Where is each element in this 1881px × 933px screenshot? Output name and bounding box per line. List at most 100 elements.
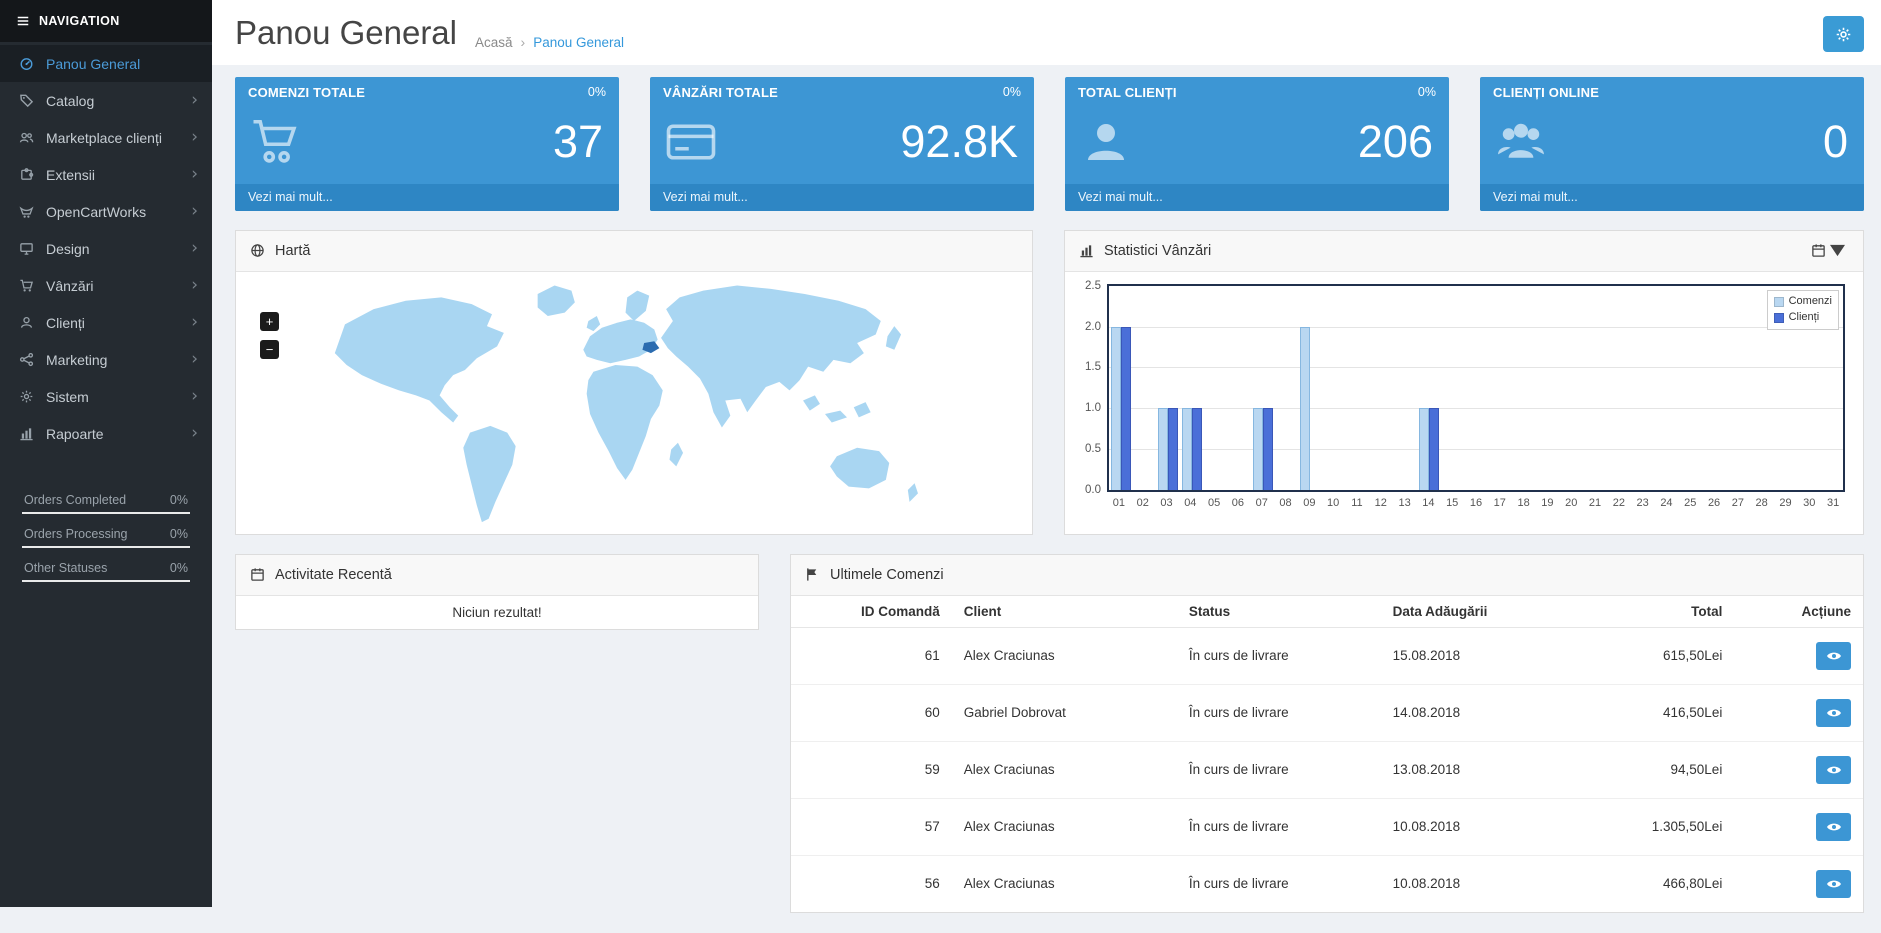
- tile-see-more-link[interactable]: Vezi mai mult...: [650, 183, 1034, 211]
- chart-gridline: [1109, 408, 1843, 410]
- navigation-header: NAVIGATION: [0, 0, 212, 42]
- sidebar-item-marketing[interactable]: Marketing ›: [0, 341, 212, 378]
- order-id: 56: [791, 855, 952, 912]
- settings-button[interactable]: [1823, 16, 1864, 52]
- order-date: 14.08.2018: [1380, 684, 1585, 742]
- sidebar-item-marketplace-clienti[interactable]: Marketplace clienți ›: [0, 119, 212, 156]
- orders-col-id-comanda: ID Comandă: [791, 595, 952, 628]
- y-axis-label: 1.0: [1085, 402, 1101, 415]
- legend-item: Clienți: [1773, 310, 1832, 326]
- breadcrumb-current[interactable]: Panou General: [533, 35, 624, 50]
- chevron-right-icon: ›: [191, 275, 198, 295]
- chart-x-axis: 01 02 03 04 05 06 07 08 09 10 11 12 13 14 15 16 17 18 19 20…: [1107, 492, 1845, 514]
- tile-vanzari-totale: VÂNZĂRI TOTALE 0% 92.8K Vezi mai mult...: [650, 76, 1034, 211]
- chart-bar-clienti: [1428, 408, 1439, 490]
- order-row: 56 Alex Craciunas În curs de livrare 10.…: [791, 855, 1863, 912]
- sidebar-item-panou-general[interactable]: Panou General: [0, 45, 212, 82]
- sidebar-item-extensii[interactable]: Extensii ›: [0, 156, 212, 193]
- order-date: 10.08.2018: [1380, 855, 1585, 912]
- recent-activity-empty: Niciun rezultat!: [452, 604, 542, 620]
- chart-bar-comenzi: [1110, 326, 1121, 490]
- y-axis-label: 2.0: [1085, 320, 1101, 333]
- breadcrumb-separator-icon: ›: [520, 34, 526, 50]
- stat-progress-bar: [22, 512, 190, 514]
- order-client: Alex Craciunas: [951, 798, 1177, 856]
- map-panel: Hartă + −: [235, 229, 1033, 535]
- gear-icon: [17, 389, 35, 404]
- x-axis-label: 01: [1112, 496, 1126, 509]
- sidebar-item-label: Sistem: [46, 388, 89, 405]
- latest-orders-header: Ultimele Comenzi: [791, 554, 1863, 596]
- page-title: Panou General: [235, 14, 457, 51]
- x-axis-label: 15: [1446, 496, 1459, 509]
- x-axis-label: 20: [1565, 496, 1578, 509]
- view-order-button[interactable]: [1816, 698, 1851, 727]
- chevron-right-icon: ›: [191, 201, 198, 221]
- bottom-row: Activitate Recentă Niciun rezultat! Ulti…: [235, 553, 1864, 933]
- x-axis-label: 03: [1160, 496, 1173, 509]
- order-action-cell: [1734, 741, 1863, 799]
- x-axis-label: 23: [1636, 496, 1649, 509]
- eye-icon: [1826, 648, 1842, 664]
- globe-icon: [250, 243, 265, 258]
- tile-see-more-link[interactable]: Vezi mai mult...: [1065, 183, 1449, 211]
- view-order-button[interactable]: [1816, 755, 1851, 784]
- x-axis-label: 30: [1803, 496, 1816, 509]
- order-status: În curs de livrare: [1176, 798, 1381, 856]
- shopping-cart-icon: [249, 115, 303, 169]
- tile-comenzi-totale: COMENZI TOTALE 0% 37 Vezi mai mult...: [235, 76, 619, 211]
- orders-table: ID Comandă Client Status Data Adăugării Tota…: [791, 595, 1863, 912]
- sidebar-item-sistem[interactable]: Sistem ›: [0, 378, 212, 415]
- tags-icon: [17, 93, 35, 108]
- breadcrumb-home[interactable]: Acasă: [475, 35, 513, 50]
- order-total: 1.305,50Lei: [1584, 798, 1735, 856]
- chart-range-button[interactable]: [1807, 239, 1849, 262]
- world-map[interactable]: + −: [236, 272, 1032, 534]
- sidebar-item-clienti[interactable]: Clienți ›: [0, 304, 212, 341]
- view-order-button[interactable]: [1816, 641, 1851, 670]
- legend-swatch: [1773, 312, 1784, 323]
- chevron-right-icon: ›: [191, 312, 198, 332]
- eye-icon: [1826, 762, 1842, 778]
- bar-chart-icon: [17, 426, 35, 441]
- chart-bar-comenzi: [1158, 408, 1169, 490]
- x-axis-label: 25: [1684, 496, 1697, 509]
- x-axis-label: 04: [1184, 496, 1197, 509]
- zoom-in-button[interactable]: +: [260, 311, 279, 331]
- eye-icon: [1826, 705, 1842, 721]
- tile-see-more-link[interactable]: Vezi mai mult...: [1480, 183, 1864, 211]
- order-date: 13.08.2018: [1380, 741, 1585, 799]
- view-order-button[interactable]: [1816, 869, 1851, 898]
- share-icon: [17, 352, 35, 367]
- people-icon: [1494, 115, 1548, 169]
- x-axis-label: 09: [1303, 496, 1316, 509]
- tile-clienti-online: CLIENȚI ONLINE 0 Vezi mai mult...: [1480, 76, 1864, 211]
- sidebar-item-catalog[interactable]: Catalog ›: [0, 82, 212, 119]
- tile-percent: 0%: [1002, 85, 1021, 100]
- x-axis-label: 17: [1493, 496, 1506, 509]
- legend-item: Comenzi: [1773, 294, 1832, 310]
- order-row: 60 Gabriel Dobrovat În curs de livrare 1…: [791, 684, 1863, 742]
- tile-see-more-link[interactable]: Vezi mai mult...: [235, 183, 619, 211]
- map-zoom-controls: + −: [260, 311, 279, 359]
- latest-orders-panel: Ultimele Comenzi ID Comandă Client Status D…: [790, 553, 1864, 913]
- x-axis-label: 31: [1826, 496, 1840, 509]
- app-root: NAVIGATION Panou General Catalog › Marketpl…: [0, 0, 1881, 913]
- order-id: 59: [791, 741, 952, 799]
- chart-bar-comenzi: [1418, 408, 1429, 490]
- chevron-right-icon: ›: [191, 90, 198, 110]
- sidebar-item-rapoarte[interactable]: Rapoarte ›: [0, 415, 212, 452]
- sidebar-item-design[interactable]: Design ›: [0, 230, 212, 267]
- order-action-cell: [1734, 684, 1863, 742]
- bar-chart-icon: [1079, 243, 1094, 258]
- flag-icon: [805, 567, 820, 582]
- chart-bar-clienti: [1168, 408, 1179, 490]
- tile-value: 92.8K: [900, 116, 1018, 168]
- view-order-button[interactable]: [1816, 812, 1851, 841]
- x-axis-label: 13: [1398, 496, 1411, 509]
- sidebar-item-label: OpenCartWorks: [46, 203, 147, 220]
- zoom-out-button[interactable]: −: [260, 339, 279, 359]
- sidebar-item-opencartworks[interactable]: OpenCartWorks ›: [0, 193, 212, 230]
- main-area: Panou General Acasă › Panou General COME…: [212, 0, 1881, 913]
- sidebar-item-vanzari[interactable]: Vânzări ›: [0, 267, 212, 304]
